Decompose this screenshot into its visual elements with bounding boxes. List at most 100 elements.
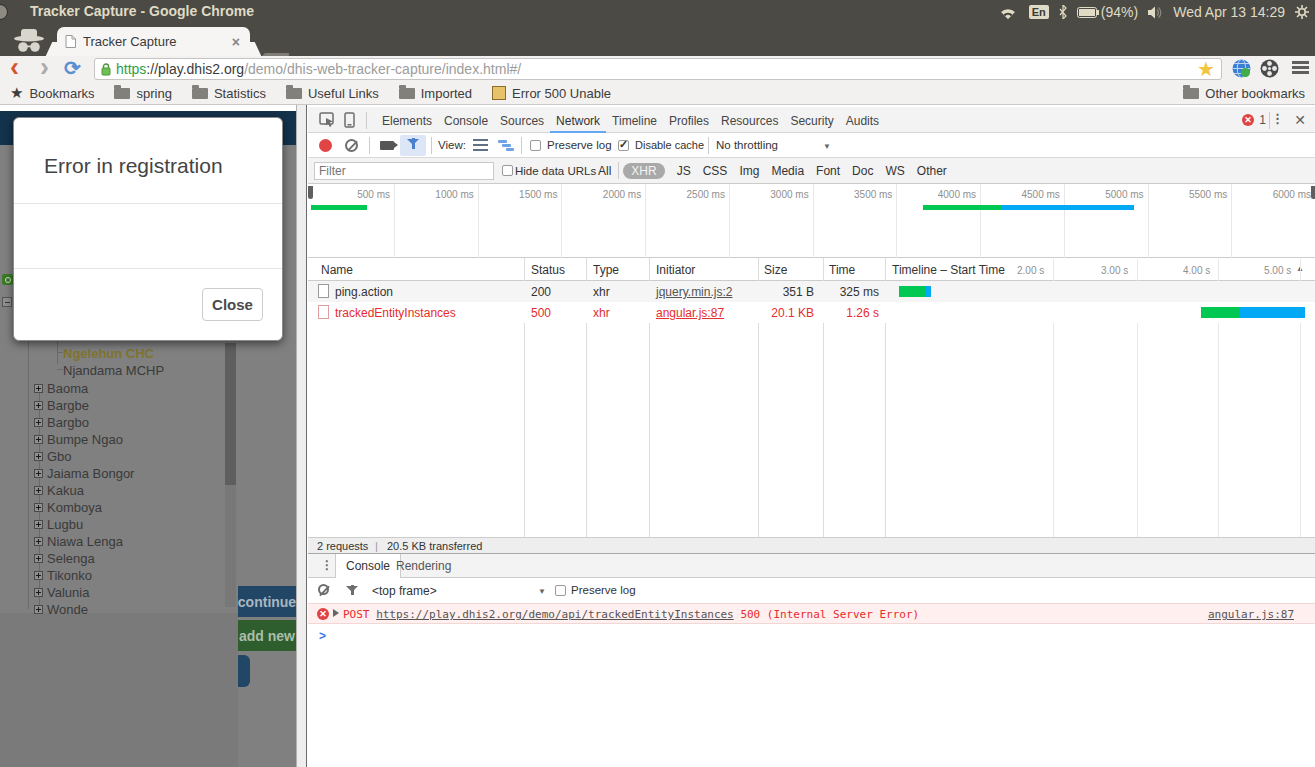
devtools-tab[interactable]: Network [550,107,606,133]
chrome-menu-icon[interactable] [1292,61,1309,74]
tree-item-district[interactable]: Bargbe [47,398,89,413]
filter-category[interactable]: Media [771,163,804,179]
col-type[interactable]: Type [593,263,619,277]
inspect-element-icon[interactable] [319,112,335,128]
tree-expand-icon[interactable] [34,588,43,597]
bookmark-folder-useful-links[interactable]: Useful Links [286,86,379,101]
tree-item-district[interactable]: Valunia [47,585,89,600]
bookmarks-menu[interactable]: ★Bookmarks [10,84,94,102]
filter-category[interactable]: CSS [703,163,728,179]
tree-item-district[interactable]: Selenga [47,551,95,566]
tree-item-district[interactable]: Tikonko [47,568,92,583]
tree-expand-icon[interactable] [34,469,43,478]
bookmark-folder-spring[interactable]: spring [114,86,171,101]
keyboard-layout-indicator[interactable]: En [1029,5,1049,19]
tree-item-district[interactable]: Lugbu [47,517,83,532]
col-initiator[interactable]: Initiator [656,263,695,277]
console-filter-icon[interactable] [346,586,358,592]
drawer-tab-rendering[interactable]: Rendering [396,559,451,573]
devtools-tab[interactable]: Timeline [606,107,663,133]
tree-item-njandama-mchp[interactable]: Njandama MCHP [63,363,164,378]
tree-expand-icon[interactable] [34,571,43,580]
tree-expand-icon[interactable] [34,520,43,529]
browser-tab[interactable]: Tracker Capture × [57,27,250,56]
error-url-link[interactable]: https://play.dhis2.org/demo/api/trackedE… [376,608,734,621]
tree-expand-icon[interactable] [34,418,43,427]
tree-expand-icon[interactable] [34,452,43,461]
window-control-button[interactable] [0,4,8,20]
col-name[interactable]: Name [321,263,353,277]
devtools-tab[interactable]: Profiles [663,107,715,133]
modal-close-button[interactable]: Close [202,288,263,321]
tree-item-district[interactable]: Bargbo [47,415,89,430]
frame-dropdown-icon[interactable]: ▼ [538,587,546,596]
tree-item-district[interactable]: Jaiama Bongor [47,466,134,481]
devtools-menu-icon[interactable]: ⋮ [1271,111,1284,126]
col-timeline[interactable]: Timeline – Start Time [892,263,1005,277]
expand-arrow-icon[interactable] [333,609,339,617]
globe-extension-icon[interactable] [1232,59,1251,78]
tree-scrollbar-thumb[interactable] [225,343,236,485]
overview-left-handle[interactable] [308,186,313,199]
col-status[interactable]: Status [531,263,565,277]
wifi-icon[interactable] [997,5,1019,20]
clock[interactable]: Wed Apr 13 14:29 [1173,4,1285,20]
filter-toggle-icon[interactable] [400,135,426,156]
tree-expand-icon[interactable] [34,537,43,546]
network-filter-input[interactable] [314,162,494,180]
page-scrollbar[interactable] [296,105,306,767]
console-prompt[interactable]: > [319,629,326,643]
volume-icon[interactable] [1148,6,1163,19]
filter-category[interactable]: Img [739,163,759,179]
network-row-tei[interactable]: trackedEntityInstances 500 xhr angular.j… [308,302,1315,323]
tree-item-district[interactable]: Kakua [47,483,84,498]
tree-item-ngelehun-chc[interactable]: Ngelehun CHC [63,346,154,361]
film-extension-icon[interactable] [1260,59,1279,78]
ssl-lock-icon[interactable] [101,63,111,76]
tree-expand-icon[interactable] [34,605,43,614]
bookmark-error500[interactable]: Error 500 Unable [492,86,611,101]
tab-close-button[interactable]: × [232,34,240,50]
drawer-menu-icon[interactable]: ⋮ [321,558,333,572]
tree-item-district[interactable]: Gbo [47,449,72,464]
tree-expand-icon[interactable] [34,435,43,444]
view-list-icon[interactable] [473,139,488,152]
bookmark-star-icon[interactable]: ★ [1197,59,1215,79]
devtools-tab[interactable]: Resources [715,107,784,133]
bluetooth-icon[interactable] [1059,5,1067,19]
filter-category[interactable]: Other [917,163,947,179]
filter-category[interactable]: Doc [852,163,873,179]
continue-button[interactable]: continue [238,586,296,617]
forward-button[interactable]: › [40,52,49,83]
session-gear-icon[interactable] [1295,5,1309,19]
error-badge-icon[interactable]: ✕ [1242,114,1254,126]
bookmark-folder-imported[interactable]: Imported [399,86,472,101]
devtools-close-icon[interactable]: ✕ [1294,112,1306,128]
battery-indicator[interactable]: (94%) [1077,4,1138,20]
frame-selector[interactable]: <top frame> [372,584,437,598]
tree-item-district[interactable]: Niawa Lenga [47,534,123,549]
devtools-tab[interactable]: Sources [494,107,550,133]
console-preserve-log-checkbox[interactable] [555,585,566,596]
bookmark-folder-statistics[interactable]: Statistics [192,86,266,101]
tree-expand-icon[interactable] [34,554,43,563]
filter-category[interactable]: All [598,163,611,179]
tree-item-district[interactable]: Baoma [47,381,88,396]
col-time[interactable]: Time [829,263,855,277]
disable-cache-checkbox[interactable] [618,140,629,151]
back-button[interactable]: ‹ [10,52,19,83]
other-bookmarks[interactable]: Other bookmarks [1183,82,1305,104]
console-clear-icon[interactable] [318,584,329,595]
side-tab-handle[interactable] [238,655,250,687]
tree-item-district[interactable]: Wonde [47,602,88,617]
device-toolbar-icon[interactable] [344,112,355,128]
network-overview[interactable]: 500 ms1000 ms1500 ms2000 ms2500 ms3000 m… [308,184,1315,258]
record-button[interactable] [319,139,332,152]
tree-expand-icon[interactable] [34,503,43,512]
reload-button[interactable]: ⟳ [64,56,81,80]
error-location-link[interactable]: angular.js:87 [1208,608,1294,621]
devtools-tab[interactable]: Security [784,107,839,133]
devtools-tab[interactable]: Elements [376,107,438,133]
filter-category[interactable]: Font [816,163,840,179]
hide-data-urls-checkbox[interactable] [502,165,513,176]
